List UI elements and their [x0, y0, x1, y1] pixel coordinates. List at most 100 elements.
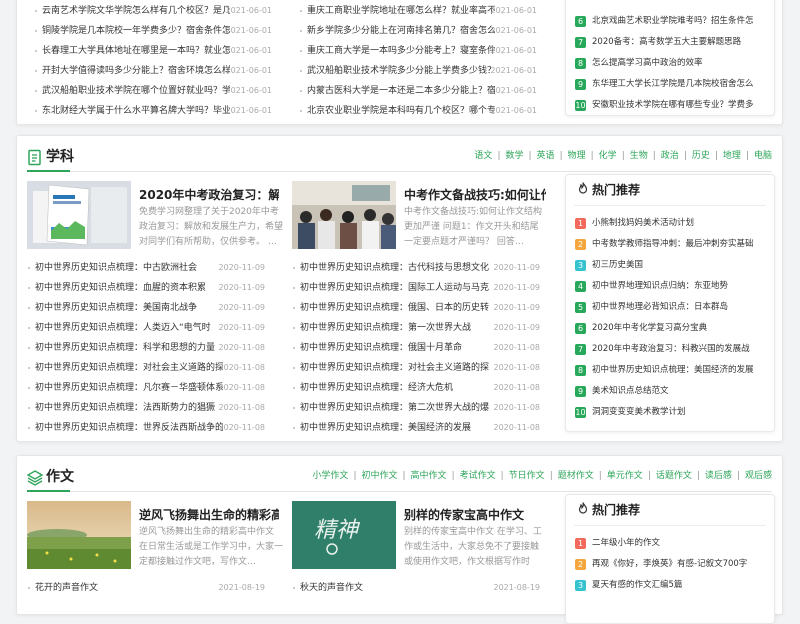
hot-item[interactable]: 7 2020备考：高考数学五大主要解题思路 [575, 32, 768, 53]
list-item[interactable]: 武汉船舶职业技术学院在哪个位置好就业吗？学 2021-06-01 [34, 81, 272, 101]
hot-item-title[interactable]: 2020年中考化学复习高分宝典 [592, 323, 707, 333]
hot-item[interactable]: 7 2020年中考政治复习：科教兴国的发展战 [575, 339, 768, 360]
hot-item[interactable]: 2 中考数学教师指导冲刺：最后冲刺夯实基础 [575, 234, 768, 255]
item-title[interactable]: 初中世界历史知识点梳理：俄国十月革命 [300, 338, 492, 358]
hot-item-title[interactable]: 夏天有感的作文汇编5篇 [592, 580, 682, 590]
hot-item[interactable]: 3 初三历史美国 [575, 255, 768, 276]
item-title[interactable]: 内蒙古医科大学是一本还是二本多少分能上？宿 [307, 81, 495, 101]
tag-link[interactable]: 考试作文 [460, 469, 496, 483]
list-item[interactable]: 新乡学院多少分能上在河南排名第几？宿舍怎么 2021-06-01 [299, 21, 537, 41]
list-item[interactable]: 初中世界历史知识点梳理：美国南北战争 2020-11-09 [27, 298, 265, 318]
hot-item-title[interactable]: 初中世界历史知识点梳理：美国经济的发展 [592, 365, 754, 375]
list-item[interactable]: 初中世界历史知识点梳理：第一次世界大战 2020-11-09 [292, 318, 540, 338]
list-item[interactable]: 初中世界历史知识点梳理：国际工人运动与马克 2020-11-09 [292, 278, 540, 298]
item-title[interactable]: 初中世界历史知识点梳理：人类迈入“电气时 [35, 318, 223, 338]
list-item[interactable]: 初中世界历史知识点梳理：古代科技与思想文化 2020-11-09 [292, 258, 540, 278]
list-item[interactable]: 铜陵学院是几本院校一年学费多少？宿舍条件怎 2021-06-01 [34, 21, 272, 41]
list-item[interactable]: 武汉船舶职业技术学院多少分能上学费多少钱？地址 2021-06-01 [299, 61, 537, 81]
list-item[interactable]: 初中世界历史知识点梳理：凡尔赛－华盛顿体系 2020-11-08 [27, 378, 265, 398]
tag-link[interactable]: 小学作文 [312, 469, 348, 483]
featured-title[interactable]: 逆风飞扬舞出生命的精彩高 [139, 506, 279, 523]
hot-item[interactable]: 10 安徽职业技术学院在哪有哪些专业？学费多 [575, 95, 768, 116]
list-item[interactable]: 初中世界历史知识点梳理：血腥的资本积累 2020-11-09 [27, 278, 265, 298]
list-item[interactable]: 初中世界历史知识点梳理：经济大危机 2020-11-08 [292, 378, 540, 398]
item-title[interactable]: 长春理工大学具体地址在哪里是一本吗？就业怎 [42, 41, 230, 61]
classroom-photo-thumbnail[interactable] [292, 181, 396, 249]
featured-article-1[interactable]: 逆风飞扬舞出生命的精彩高 逆风飞扬舞出生命的精彩高中作文 在日常生活或是工作学习… [27, 501, 283, 571]
hot-item-title[interactable]: 二年级小年的作文 [592, 538, 660, 548]
tag-link[interactable]: 单元作文 [607, 469, 643, 483]
tag-link[interactable]: 节日作文 [509, 469, 545, 483]
item-title[interactable]: 铜陵学院是几本院校一年学费多少？宿舍条件怎 [42, 21, 230, 41]
hot-item-title[interactable]: 2020备考：高考数学五大主要解题思路 [592, 37, 741, 47]
item-title[interactable]: 重庆工商大学是一本吗多少分能考上？寝室条件 [307, 41, 495, 61]
featured-title[interactable]: 中考作文备战技巧:如何让作 [404, 186, 546, 203]
tag-link[interactable]: 历史 [692, 149, 710, 163]
item-title[interactable]: 新乡学院多少分能上在河南排名第几？宿舍怎么 [307, 21, 495, 41]
tag-link[interactable]: 读后感 [705, 469, 732, 483]
list-item[interactable]: 初中世界历史知识点梳理：科学和思想的力量 2020-11-08 [27, 338, 265, 358]
hot-item-title[interactable]: 中考数学教师指导冲刺：最后冲刺夯实基础 [592, 239, 754, 249]
hot-item[interactable]: 9 美术知识点总结范文 [575, 381, 768, 402]
item-title[interactable]: 初中世界历史知识点梳理：血腥的资本积累 [35, 278, 223, 298]
tag-link[interactable]: 生物 [630, 149, 648, 163]
list-item[interactable]: 初中世界历史知识点梳理：人类迈入“电气时 2020-11-09 [27, 318, 265, 338]
list-item[interactable]: 初中世界历史知识点梳理：法西斯势力的猖獗 2020-11-08 [27, 398, 265, 418]
item-title[interactable]: 北京农业职业学院是本科吗有几个校区？哪个专 [307, 101, 495, 121]
item-title[interactable]: 初中世界历史知识点梳理：科学和思想的力量 [35, 338, 223, 358]
item-title[interactable]: 秋天的声音作文 [300, 578, 492, 598]
hot-item-title[interactable]: 东华理工大学长江学院是几本院校宿舍怎么 [592, 79, 754, 89]
field-photo-thumbnail[interactable] [27, 501, 131, 569]
hot-item-title[interactable]: 2020年中考政治复习：科教兴国的发展战 [592, 344, 750, 354]
featured-article-2[interactable]: 中考作文备战技巧:如何让作 中考作文备战技巧:如何让作文结构更加严谨 问题1：作… [292, 181, 547, 251]
tag-link[interactable]: 高中作文 [411, 469, 447, 483]
tag-link[interactable]: 数学 [505, 149, 523, 163]
hot-item-title[interactable]: 再观《你好，李焕英》有感-记叙文700字 [592, 559, 747, 569]
hot-item-title[interactable]: 洞洞变变变美术教学计划 [592, 407, 686, 417]
hot-item[interactable]: 6 2020年中考化学复习高分宝典 [575, 318, 768, 339]
item-title[interactable]: 开封大学值得读吗多少分能上？宿舍环境怎么样 [42, 61, 230, 81]
tag-link[interactable]: 观后感 [745, 469, 772, 483]
tag-link[interactable]: 化学 [599, 149, 617, 163]
list-item[interactable]: 初中世界历史知识点梳理：对社会主义道路的探 2020-11-08 [292, 358, 540, 378]
hot-item[interactable]: 9 东华理工大学长江学院是几本院校宿舍怎么 [575, 74, 768, 95]
hot-item[interactable]: 10 洞洞变变变美术教学计划 [575, 402, 768, 423]
hot-item-title[interactable]: 美术知识点总结范文 [592, 386, 669, 396]
item-title[interactable]: 初中世界历史知识点梳理：俄国、日本的历史转 [300, 298, 492, 318]
hot-item-title[interactable]: 初三历史美国 [592, 260, 643, 270]
item-title[interactable]: 武汉船舶职业技术学院在哪个位置好就业吗？学 [42, 81, 230, 101]
tag-link[interactable]: 初中作文 [361, 469, 397, 483]
item-title[interactable]: 初中世界历史知识点梳理：世界反法西斯战争的 [35, 418, 223, 438]
tag-link[interactable]: 政治 [661, 149, 679, 163]
list-item[interactable]: 开封大学值得读吗多少分能上？宿舍环境怎么样 2021-06-01 [34, 61, 272, 81]
item-title[interactable]: 初中世界历史知识点梳理：经济大危机 [300, 378, 492, 398]
hot-item[interactable]: 3 夏天有感的作文汇编5篇 [575, 575, 768, 596]
tag-link[interactable]: 物理 [568, 149, 586, 163]
hot-item-title[interactable]: 小熊制找妈妈美术活动计划 [592, 218, 694, 228]
featured-title[interactable]: 2020年中考政治复习：解放 [139, 186, 279, 203]
hot-item[interactable]: 2 再观《你好，李焕英》有感-记叙文700字 [575, 554, 768, 575]
item-title[interactable]: 初中世界历史知识点梳理：凡尔赛－华盛顿体系 [35, 378, 223, 398]
item-title[interactable]: 初中世界历史知识点梳理：中古欧洲社会 [35, 258, 223, 278]
item-title[interactable]: 花开的声音作文 [35, 578, 223, 598]
hot-item[interactable]: 4 初中世界地理知识点归纳：东亚地势 [575, 276, 768, 297]
list-item[interactable]: 重庆工商大学是一本吗多少分能考上？寝室条件 2021-06-01 [299, 41, 537, 61]
tag-link[interactable]: 英语 [537, 149, 555, 163]
item-title[interactable]: 初中世界历史知识点梳理：第二次世界大战的爆 [300, 398, 492, 418]
featured-article-2[interactable]: 精神 别样的传家宝高中作文 别样的传家宝高中作文 在学习、工作或生活中，大家总免… [292, 501, 547, 571]
item-title[interactable]: 初中世界历史知识点梳理：美国南北战争 [35, 298, 223, 318]
item-title[interactable]: 初中世界历史知识点梳理：对社会主义道路的探 [300, 358, 492, 378]
hot-item[interactable]: 1 小熊制找妈妈美术活动计划 [575, 213, 768, 234]
list-item[interactable]: 重庆工商职业学院地址在哪怎么样？就业率高不 2021-06-01 [299, 1, 537, 21]
hot-item-title[interactable]: 安徽职业技术学院在哪有哪些专业？学费多 [592, 100, 754, 110]
item-title[interactable]: 初中世界历史知识点梳理：美国经济的发展 [300, 418, 492, 438]
tag-link[interactable]: 电脑 [754, 149, 772, 163]
list-item[interactable]: 初中世界历史知识点梳理：美国经济的发展 2020-11-08 [292, 418, 540, 438]
list-item[interactable]: 内蒙古医科大学是一本还是二本多少分能上？宿 2021-06-01 [299, 81, 537, 101]
item-title[interactable]: 重庆工商职业学院地址在哪怎么样？就业率高不 [307, 1, 495, 21]
hot-item[interactable]: 8 初中世界历史知识点梳理：美国经济的发展 [575, 360, 768, 381]
book-cover-thumbnail[interactable] [27, 181, 131, 249]
list-item[interactable]: 初中世界历史知识点梳理：俄国十月革命 2020-11-08 [292, 338, 540, 358]
hot-item[interactable]: 1 二年级小年的作文 [575, 533, 768, 554]
item-title[interactable]: 东北财经大学属于什么水平算名牌大学吗？毕业 [42, 101, 230, 121]
